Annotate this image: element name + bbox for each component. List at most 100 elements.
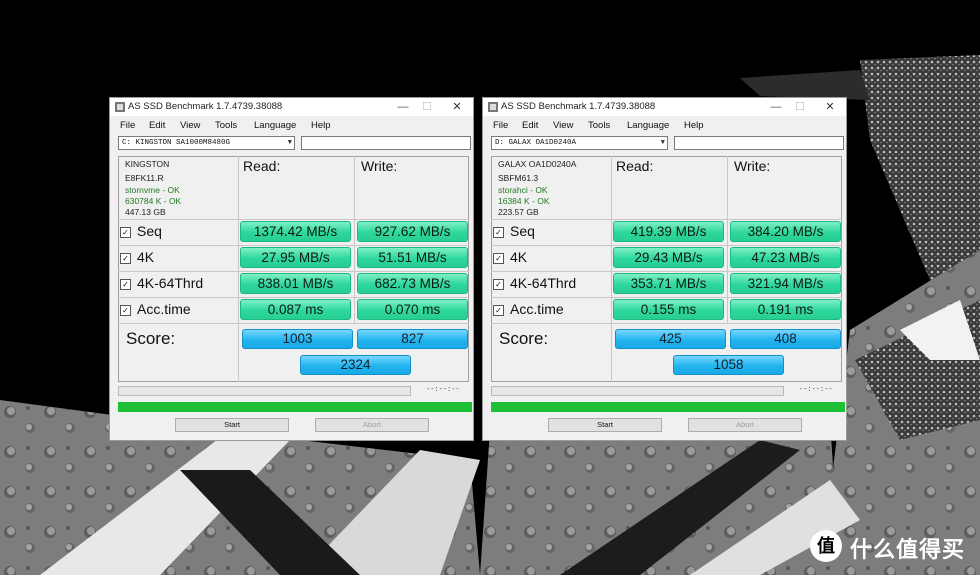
- menu-help[interactable]: Help: [311, 120, 331, 131]
- menu-language[interactable]: Language: [254, 120, 296, 131]
- row-label-4k[interactable]: ✓ 4K: [493, 249, 527, 265]
- chevron-down-icon: ▼: [660, 139, 665, 147]
- divider: [118, 245, 469, 246]
- status-bar: [118, 402, 472, 412]
- watermark-text: 什么值得买: [850, 537, 966, 562]
- menu-file[interactable]: File: [120, 120, 135, 131]
- menu-help[interactable]: Help: [684, 120, 704, 131]
- title-bar[interactable]: AS SSD Benchmark 1.7.4739.38088 — ☐ ✕: [110, 98, 473, 116]
- divider: [491, 271, 842, 272]
- 4k-read-value: 27.95 MB/s: [240, 247, 351, 268]
- start-button[interactable]: Start: [548, 418, 662, 432]
- read-header: Read:: [243, 158, 281, 174]
- divider: [118, 297, 469, 298]
- minimize-icon[interactable]: —: [766, 99, 786, 115]
- divider: [491, 297, 842, 298]
- checkbox-icon[interactable]: ✓: [120, 305, 131, 316]
- menu-view[interactable]: View: [553, 120, 573, 131]
- maximize-icon[interactable]: ☐: [417, 99, 437, 115]
- 4k64-read-value: 838.01 MB/s: [240, 273, 351, 294]
- score-total: 1058: [673, 355, 784, 375]
- menu-tools[interactable]: Tools: [215, 120, 237, 131]
- menu-language[interactable]: Language: [627, 120, 669, 131]
- menu-bar: File Edit View Tools Language Help: [110, 118, 473, 134]
- menu-tools[interactable]: Tools: [588, 120, 610, 131]
- app-icon: [488, 102, 498, 112]
- seq-write-value: 384.20 MB/s: [730, 221, 841, 242]
- checkbox-icon[interactable]: ✓: [493, 279, 504, 290]
- row-label-acctime[interactable]: ✓ Acc.time: [120, 301, 191, 317]
- drive-capacity: 447.13 GB: [125, 207, 166, 217]
- 4k-write-value: 51.51 MB/s: [357, 247, 468, 268]
- minimize-icon[interactable]: —: [393, 99, 413, 115]
- menu-edit[interactable]: Edit: [149, 120, 165, 131]
- 4k-write-value: 47.23 MB/s: [730, 247, 841, 268]
- drive-model: KINGSTON: [125, 159, 170, 169]
- menu-bar: File Edit View Tools Language Help: [483, 118, 846, 134]
- menu-file[interactable]: File: [493, 120, 508, 131]
- 4k64-write-value: 321.94 MB/s: [730, 273, 841, 294]
- divider: [491, 323, 842, 324]
- divider: [238, 156, 239, 382]
- read-header: Read:: [616, 158, 654, 174]
- 4k64-read-value: 353.71 MB/s: [613, 273, 724, 294]
- score-label: Score:: [126, 329, 176, 348]
- benchmark-window-kingston: AS SSD Benchmark 1.7.4739.38088 — ☐ ✕ Fi…: [109, 97, 474, 441]
- seq-read-value: 419.39 MB/s: [613, 221, 724, 242]
- menu-view[interactable]: View: [180, 120, 200, 131]
- divider: [491, 219, 842, 220]
- checkbox-icon[interactable]: ✓: [120, 227, 131, 238]
- row-label-4k64[interactable]: ✓ 4K-64Thrd: [120, 275, 203, 291]
- drive-select[interactable]: D: GALAX OA1D0240A ▼: [491, 136, 668, 150]
- 4k64-write-value: 682.73 MB/s: [357, 273, 468, 294]
- checkbox-icon[interactable]: ✓: [120, 253, 131, 264]
- chevron-down-icon: ▼: [287, 139, 292, 147]
- divider: [611, 156, 612, 382]
- watermark-logo-icon: 值: [810, 530, 842, 562]
- score-write: 827: [357, 329, 468, 349]
- row-label-seq[interactable]: ✓ Seq: [120, 223, 162, 239]
- abort-button[interactable]: Abort: [688, 418, 802, 432]
- write-header: Write:: [734, 158, 771, 174]
- watermark: 值 什么值得买: [810, 530, 980, 566]
- abort-button[interactable]: Abort: [315, 418, 429, 432]
- divider: [118, 219, 469, 220]
- divider: [118, 323, 469, 324]
- row-label-acctime[interactable]: ✓ Acc.time: [493, 301, 564, 317]
- checkbox-icon[interactable]: ✓: [120, 279, 131, 290]
- start-button[interactable]: Start: [175, 418, 289, 432]
- app-icon: [115, 102, 125, 112]
- alignment-status: 630784 K - OK: [125, 196, 182, 206]
- path-field[interactable]: [301, 136, 471, 150]
- divider: [354, 156, 355, 324]
- drive-firmware: E8FK11.R: [125, 173, 164, 183]
- menu-edit[interactable]: Edit: [522, 120, 538, 131]
- title-bar[interactable]: AS SSD Benchmark 1.7.4739.38088 — ☐ ✕: [483, 98, 846, 116]
- 4k-read-value: 29.43 MB/s: [613, 247, 724, 268]
- row-label-4k64[interactable]: ✓ 4K-64Thrd: [493, 275, 576, 291]
- divider: [727, 156, 728, 324]
- seq-read-value: 1374.42 MB/s: [240, 221, 351, 242]
- status-bar: [491, 402, 845, 412]
- score-write: 408: [730, 329, 841, 349]
- seq-write-value: 927.62 MB/s: [357, 221, 468, 242]
- path-field[interactable]: [674, 136, 844, 150]
- drive-select-value: D: GALAX OA1D0240A: [495, 139, 577, 147]
- checkbox-icon[interactable]: ✓: [493, 253, 504, 264]
- close-icon[interactable]: ✕: [820, 99, 840, 115]
- divider: [491, 245, 842, 246]
- score-total: 2324: [300, 355, 411, 375]
- checkbox-icon[interactable]: ✓: [493, 227, 504, 238]
- acctime-write-value: 0.070 ms: [357, 299, 468, 320]
- drive-select[interactable]: C: KINGSTON SA1000M8480G ▼: [118, 136, 295, 150]
- score-label: Score:: [499, 329, 549, 348]
- close-icon[interactable]: ✕: [447, 99, 467, 115]
- checkbox-icon[interactable]: ✓: [493, 305, 504, 316]
- row-label-4k[interactable]: ✓ 4K: [120, 249, 154, 265]
- row-label-seq[interactable]: ✓ Seq: [493, 223, 535, 239]
- divider: [118, 271, 469, 272]
- elapsed-time: --:--:--: [426, 386, 460, 394]
- acctime-read-value: 0.155 ms: [613, 299, 724, 320]
- benchmark-window-galax: AS SSD Benchmark 1.7.4739.38088 — ☐ ✕ Fi…: [482, 97, 847, 441]
- maximize-icon[interactable]: ☐: [790, 99, 810, 115]
